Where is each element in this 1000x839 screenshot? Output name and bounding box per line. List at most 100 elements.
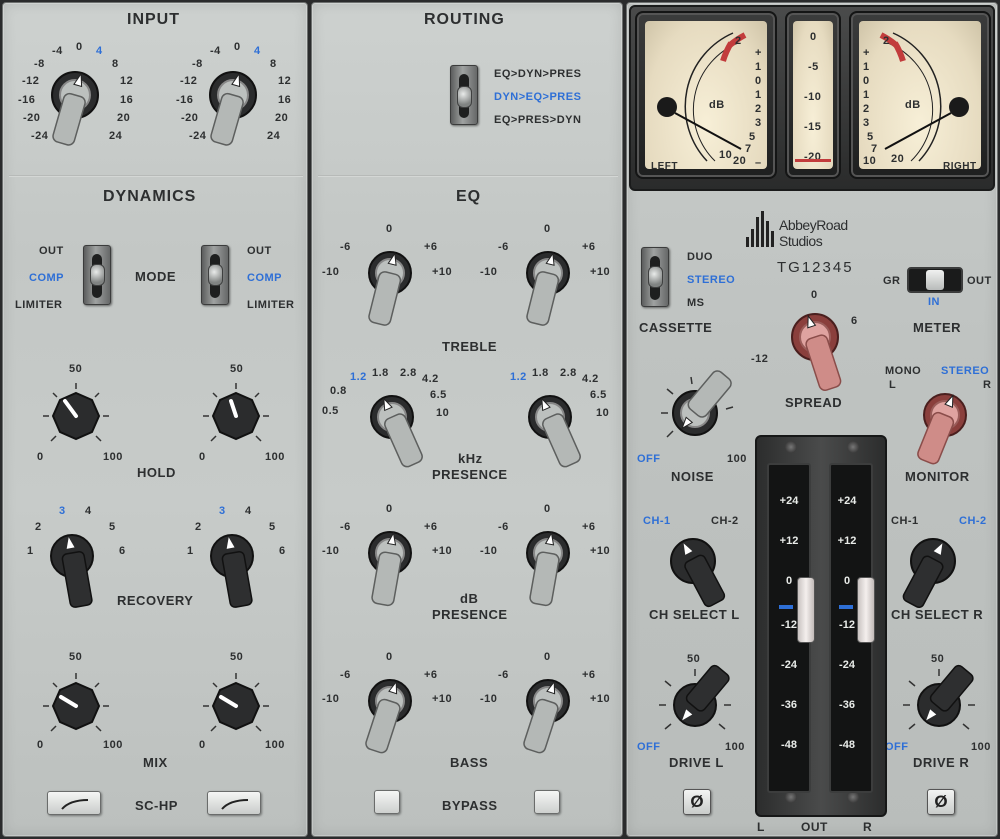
- ch-select-l-option-2: CH-2: [711, 515, 739, 527]
- recovery-knob-left[interactable]: [47, 531, 107, 615]
- left-panel: INPUT -24 -20 -16 -12 -8 -4 0 4 8 12 16 …: [2, 2, 308, 837]
- gain-scale-label: -10: [322, 545, 340, 557]
- vu-scale-label: 5: [867, 131, 874, 143]
- gain-scale-label: +10: [590, 266, 611, 278]
- routing-option-2[interactable]: DYN>EQ>PRES: [494, 91, 581, 103]
- dynamics-section-title: DYNAMICS: [103, 188, 197, 205]
- cassette-option-duo: DUO: [687, 251, 713, 263]
- recovery-scale-3: 3: [219, 505, 226, 517]
- input-scale-label: 8: [112, 58, 119, 70]
- input-scale-label: 12: [278, 75, 292, 87]
- out-label-out: OUT: [801, 820, 828, 834]
- recovery-knob-right[interactable]: [207, 531, 267, 615]
- ch-select-l-label: CH SELECT L: [649, 607, 740, 622]
- ch-select-l-knob[interactable]: [667, 535, 726, 615]
- input-knob-right[interactable]: [201, 65, 265, 149]
- recovery-label: RECOVERY: [117, 593, 194, 608]
- hold-label: HOLD: [137, 465, 176, 480]
- input-knob-left[interactable]: [43, 65, 107, 149]
- mode-switch-right[interactable]: [201, 245, 229, 305]
- input-scale-label: 20: [117, 112, 131, 124]
- vu-scale-label: 1: [755, 89, 762, 101]
- gain-scale-label: +6: [424, 521, 438, 533]
- fader-level-marker-left: [779, 605, 793, 609]
- vu-scale-label: 1: [863, 89, 870, 101]
- vu-scale-label: 2: [863, 103, 870, 115]
- hold-scale-50: 50: [69, 363, 83, 375]
- presence-freq-knob-left[interactable]: [360, 391, 424, 475]
- bass-knob-right[interactable]: [516, 675, 580, 759]
- input-scale-label: 0: [234, 41, 241, 53]
- monitor-knob[interactable]: [915, 389, 979, 469]
- phase-button-left[interactable]: Ø: [683, 789, 711, 815]
- cassette-switch[interactable]: [641, 247, 669, 307]
- vu-scale-label: 7: [871, 143, 878, 155]
- presence-freq-knob-right[interactable]: [518, 391, 582, 475]
- mode-switch-left[interactable]: [83, 245, 111, 305]
- noise-knob[interactable]: [659, 370, 739, 457]
- routing-option-1[interactable]: EQ>DYN>PRES: [494, 68, 581, 80]
- hold-knob-right[interactable]: [201, 381, 271, 451]
- gain-scale-label: +6: [424, 669, 438, 681]
- spread-scale-minus12: -12: [751, 353, 769, 365]
- input-scale-label-selected: 4: [96, 45, 103, 57]
- fader-handle-right[interactable]: [857, 577, 875, 643]
- gain-scale-label: +10: [432, 545, 453, 557]
- drive-r-label: DRIVE R: [913, 755, 970, 770]
- presence-gain-knob-right[interactable]: [516, 527, 580, 611]
- hold-knob-left[interactable]: [41, 381, 111, 451]
- drive-r-knob[interactable]: [901, 664, 985, 747]
- highpass-curve-icon: [61, 799, 89, 810]
- drive-r-scale-off: OFF: [885, 741, 909, 753]
- ch-select-r-knob[interactable]: [902, 535, 963, 615]
- vu-unit: dB: [709, 99, 725, 111]
- vu-scale-label: 10: [863, 155, 877, 167]
- hold-scale-100: 100: [265, 451, 285, 463]
- treble-knob-left[interactable]: [358, 247, 422, 331]
- center-meter: 0 -5 -10 -15 -20: [785, 11, 841, 179]
- drive-l-label: DRIVE L: [669, 755, 724, 770]
- gain-scale-label: +10: [590, 693, 611, 705]
- gain-scale-label: 0: [544, 651, 551, 663]
- drive-l-knob[interactable]: [657, 664, 741, 747]
- input-scale-label: -12: [180, 75, 198, 87]
- presence-gain-knob-left[interactable]: [358, 527, 422, 611]
- recovery-scale-5: 5: [109, 521, 116, 533]
- vu-scale-plus: +: [863, 47, 870, 59]
- freq-scale-label: 0.5: [322, 405, 339, 417]
- vu-scale-label: 2: [883, 35, 890, 47]
- bypass-button-right[interactable]: [534, 790, 560, 814]
- bypass-button-left[interactable]: [374, 790, 400, 814]
- schp-button-right[interactable]: [207, 791, 261, 815]
- fader-handle-left[interactable]: [797, 577, 815, 643]
- routing-option-3[interactable]: EQ>PRES>DYN: [494, 114, 581, 126]
- eq-section-title: EQ: [456, 188, 482, 205]
- input-section-title: INPUT: [127, 11, 180, 28]
- noise-scale-100: 100: [727, 453, 747, 465]
- freq-scale-label-selected: 1.2: [350, 371, 367, 383]
- freq-scale-label: 2.8: [560, 367, 577, 379]
- screw: [785, 441, 797, 453]
- phase-button-right[interactable]: Ø: [927, 789, 955, 815]
- meter-label: METER: [913, 320, 961, 335]
- meter-switch[interactable]: [907, 267, 963, 293]
- treble-knob-right[interactable]: [516, 247, 580, 331]
- input-scale-label: 16: [120, 94, 134, 106]
- mix-knob-right[interactable]: [201, 671, 271, 741]
- spread-knob[interactable]: [779, 309, 849, 395]
- mode-option-comp: COMP: [247, 272, 282, 284]
- monitor-option-stereo: STEREO: [941, 365, 990, 377]
- schp-button-left[interactable]: [47, 791, 101, 815]
- vu-scale-label: 5: [749, 131, 756, 143]
- gain-scale-label: -6: [340, 521, 351, 533]
- mode-option-limiter: LIMITER: [247, 299, 295, 311]
- gain-scale-label: 0: [386, 503, 393, 515]
- bass-knob-left[interactable]: [358, 675, 422, 759]
- gain-scale-label: +6: [424, 241, 438, 253]
- hold-scale-0: 0: [199, 451, 206, 463]
- gain-scale-label: -6: [498, 669, 509, 681]
- fader-scale-label: -24: [839, 659, 855, 671]
- input-scale-label: -16: [18, 94, 36, 106]
- routing-switch[interactable]: [450, 65, 478, 125]
- mix-knob-left[interactable]: [41, 671, 111, 741]
